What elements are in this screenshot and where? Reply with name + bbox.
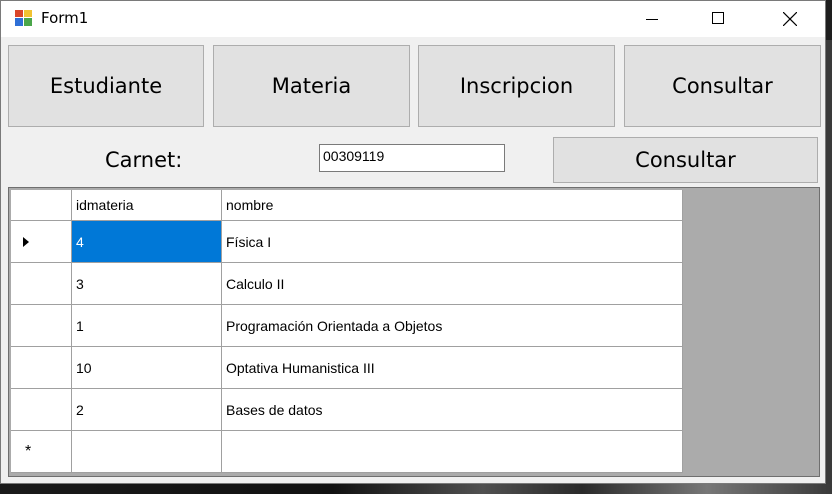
cell-nombre[interactable] [222,431,683,473]
cell-nombre[interactable]: Física I [222,221,683,263]
materias-grid[interactable]: idmateria nombre 4 Física I 3 Calculo II… [8,187,820,477]
current-row-arrow-icon [23,236,29,247]
close-icon [783,12,797,26]
consultar-button[interactable]: Consultar [553,137,818,183]
close-button[interactable] [767,1,813,37]
cell-idmateria[interactable]: 2 [72,389,222,431]
table-row[interactable]: 2 Bases de datos [11,389,683,431]
row-header[interactable] [11,305,72,347]
row-header[interactable] [11,347,72,389]
cell-idmateria[interactable]: 3 [72,263,222,305]
grid-header-row: idmateria nombre [11,190,683,221]
desktop-background-right [826,40,832,494]
cell-nombre[interactable]: Programación Orientada a Objetos [222,305,683,347]
column-header-idmateria[interactable]: idmateria [72,190,222,221]
table-row[interactable]: 1 Programación Orientada a Objetos [11,305,683,347]
cell-nombre[interactable]: Bases de datos [222,389,683,431]
cell-idmateria[interactable] [72,431,222,473]
form-window: Form1 Estudiante Materia Inscripcion Con… [0,0,826,484]
desktop-background-bottom [0,484,832,494]
cell-nombre[interactable]: Calculo II [222,263,683,305]
materia-button[interactable]: Materia [213,45,410,127]
row-header[interactable] [11,263,72,305]
cell-idmateria[interactable]: 1 [72,305,222,347]
inscripcion-button[interactable]: Inscripcion [418,45,615,127]
row-header-corner[interactable] [11,190,72,221]
app-icon [15,10,32,26]
row-header[interactable] [11,389,72,431]
table-row[interactable]: 3 Calculo II [11,263,683,305]
cell-idmateria[interactable]: 4 [72,221,222,263]
column-header-nombre[interactable]: nombre [222,190,683,221]
consultar-nav-button[interactable]: Consultar [624,45,821,127]
table-row[interactable]: 4 Física I [11,221,683,263]
new-row[interactable]: * [11,431,683,473]
row-header[interactable]: * [11,431,72,473]
carnet-input[interactable]: 00309119 [319,144,505,172]
new-row-marker: * [25,442,32,460]
minimize-button[interactable] [629,1,675,37]
maximize-button[interactable] [695,1,741,37]
row-header[interactable] [11,221,72,263]
table-row[interactable]: 10 Optativa Humanistica III [11,347,683,389]
estudiante-button[interactable]: Estudiante [8,45,204,127]
carnet-label: Carnet: [105,148,183,172]
cell-nombre[interactable]: Optativa Humanistica III [222,347,683,389]
title-bar[interactable]: Form1 [1,1,825,37]
cell-idmateria[interactable]: 10 [72,347,222,389]
window-title: Form1 [41,9,89,27]
